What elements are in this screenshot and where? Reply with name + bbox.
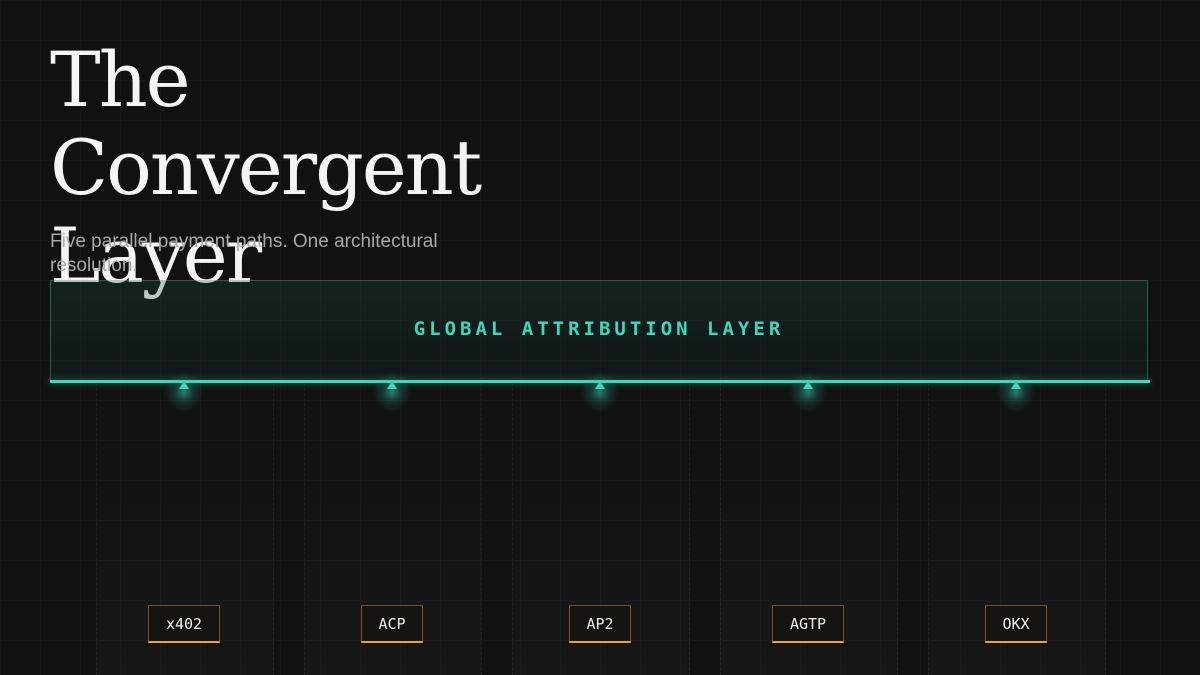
connector-okx	[996, 372, 1036, 604]
path-node-x402: x402	[148, 605, 220, 643]
connector-acp	[372, 372, 412, 604]
connector-ap2	[580, 372, 620, 604]
connector-diagram	[164, 372, 1036, 604]
path-node-ap2: AP2	[569, 605, 631, 643]
connector-x402	[164, 372, 204, 604]
path-node-okx: OKX	[985, 605, 1047, 643]
path-node-agtp: AGTP	[772, 605, 844, 643]
connector-agtp	[788, 372, 828, 604]
path-node-acp: ACP	[361, 605, 423, 643]
